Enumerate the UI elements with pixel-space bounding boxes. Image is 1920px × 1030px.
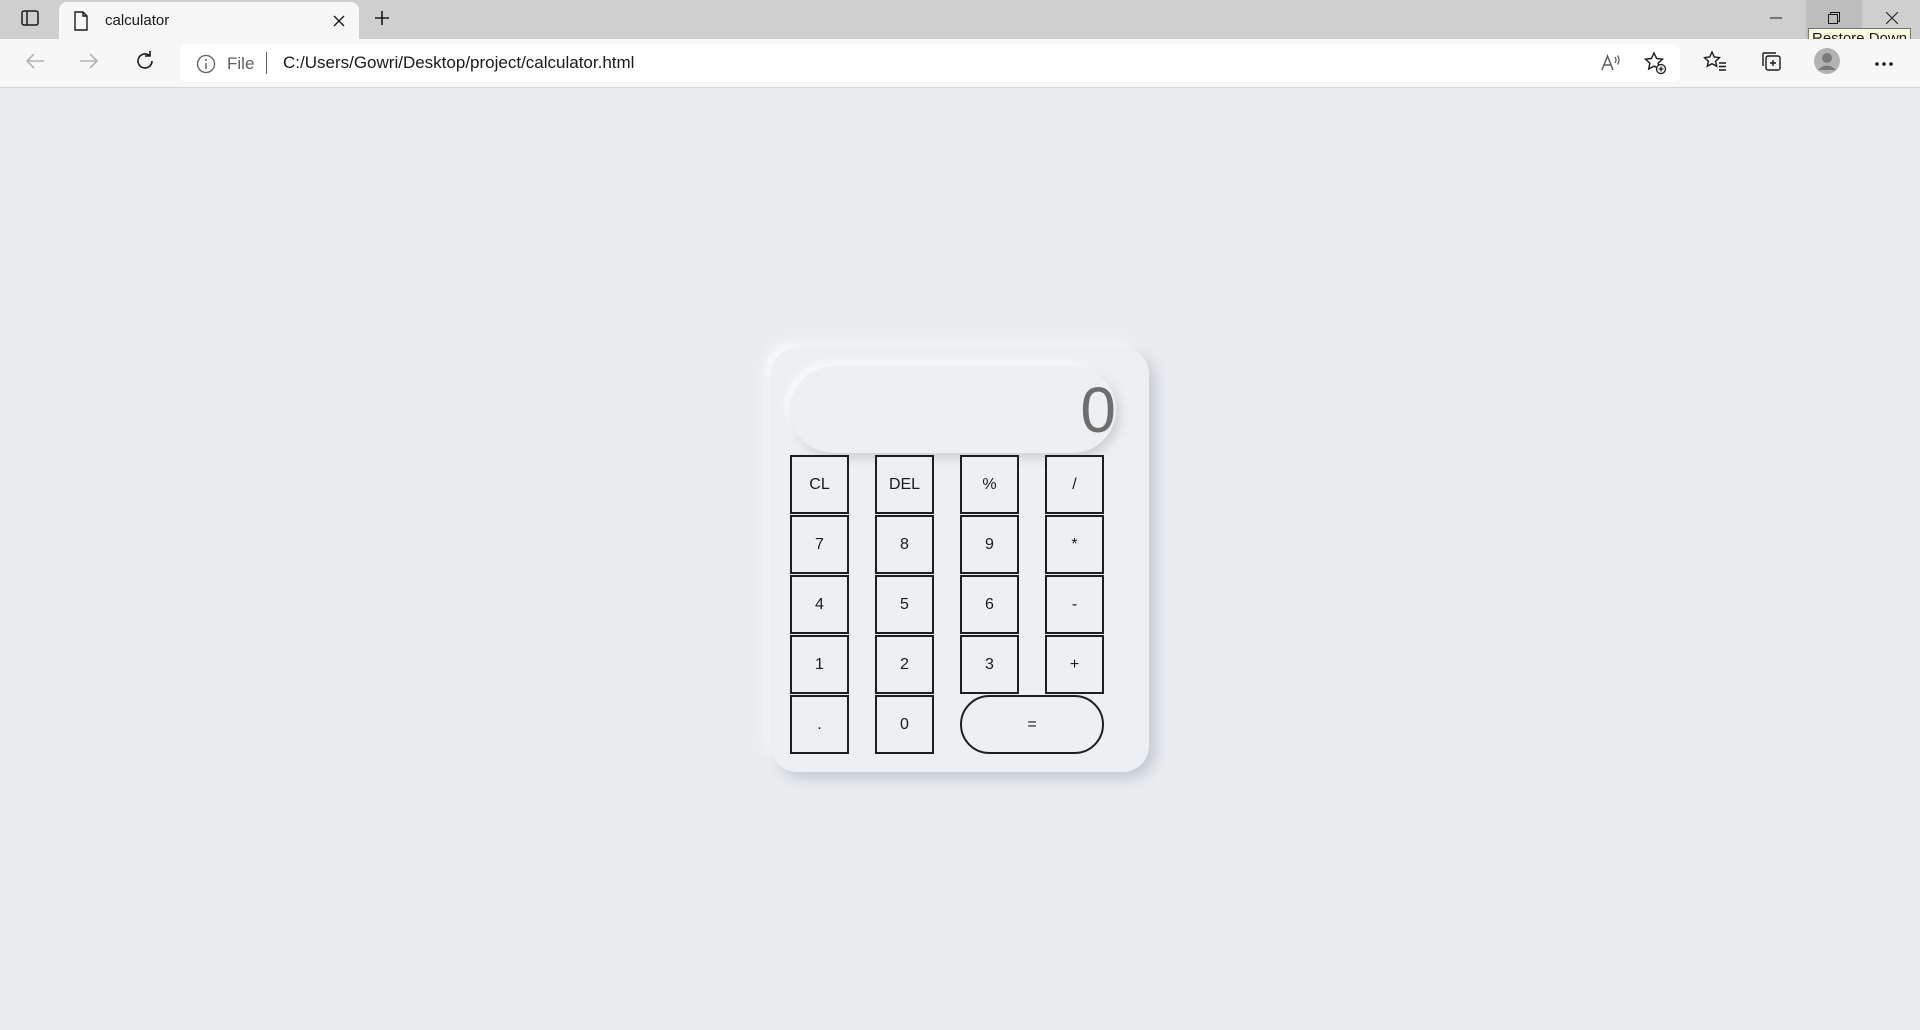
tab-strip: calculator Restore Down <box>0 0 1920 49</box>
profile-icon <box>1813 47 1841 80</box>
delete-button[interactable]: DEL <box>875 455 934 514</box>
read-aloud-icon[interactable] <box>1600 52 1622 79</box>
calculator-display: 0 <box>790 366 1116 453</box>
digit-4-button[interactable]: 4 <box>790 575 849 634</box>
browser-toolbar: File C:/Users/Gowri/Desktop/project/calc… <box>0 39 1920 88</box>
profile-button[interactable] <box>1809 47 1845 79</box>
favorites-icon <box>1702 49 1727 77</box>
tab-actions-icon <box>21 9 39 31</box>
digit-5-button[interactable]: 5 <box>875 575 934 634</box>
clear-button[interactable]: CL <box>790 455 849 514</box>
minus-button[interactable]: - <box>1045 575 1104 634</box>
restore-icon <box>1828 11 1840 29</box>
favorites-button[interactable] <box>1697 47 1733 79</box>
collections-button[interactable] <box>1753 47 1789 79</box>
minimize-button[interactable] <box>1748 0 1804 39</box>
tab-actions-button[interactable] <box>15 8 45 32</box>
multiply-button[interactable]: * <box>1045 515 1104 574</box>
digit-3-button[interactable]: 3 <box>960 635 1019 694</box>
close-icon[interactable] <box>329 11 349 31</box>
address-bar[interactable]: File C:/Users/Gowri/Desktop/project/calc… <box>180 44 1680 82</box>
divide-button[interactable]: / <box>1045 455 1104 514</box>
refresh-button[interactable] <box>128 47 162 79</box>
forward-arrow-icon <box>79 52 99 75</box>
plus-button[interactable]: + <box>1045 635 1104 694</box>
back-arrow-icon <box>25 52 45 75</box>
display-value: 0 <box>1080 374 1116 446</box>
address-separator <box>266 52 267 74</box>
url-scheme-label: File <box>227 54 255 73</box>
equals-button[interactable]: = <box>960 695 1104 754</box>
url-text[interactable]: C:/Users/Gowri/Desktop/project/calculato… <box>283 53 634 73</box>
close-window-icon <box>1885 11 1899 29</box>
digit-7-button[interactable]: 7 <box>790 515 849 574</box>
minimize-icon <box>1770 11 1782 29</box>
info-icon[interactable] <box>196 54 216 79</box>
plus-icon <box>374 10 390 31</box>
add-favorite-icon[interactable] <box>1643 51 1667 80</box>
page-icon <box>73 11 89 36</box>
digit-6-button[interactable]: 6 <box>960 575 1019 634</box>
more-button[interactable] <box>1866 47 1902 79</box>
percent-button[interactable]: % <box>960 455 1019 514</box>
refresh-icon <box>134 50 156 77</box>
more-icon <box>1874 54 1894 72</box>
digit-0-button[interactable]: 0 <box>875 695 934 754</box>
digit-8-button[interactable]: 8 <box>875 515 934 574</box>
tab-title: calculator <box>105 12 170 29</box>
forward-button[interactable] <box>72 47 106 79</box>
digit-2-button[interactable]: 2 <box>875 635 934 694</box>
digit-9-button[interactable]: 9 <box>960 515 1019 574</box>
collections-icon <box>1760 50 1782 77</box>
back-button[interactable] <box>18 47 52 79</box>
calculator: 0 CL DEL % / 7 8 9 * 4 5 6 - 1 2 3 + . 0… <box>771 348 1149 772</box>
digit-1-button[interactable]: 1 <box>790 635 849 694</box>
decimal-point-button[interactable]: . <box>790 695 849 754</box>
active-tab[interactable]: calculator <box>59 2 359 39</box>
new-tab-button[interactable] <box>368 6 396 34</box>
